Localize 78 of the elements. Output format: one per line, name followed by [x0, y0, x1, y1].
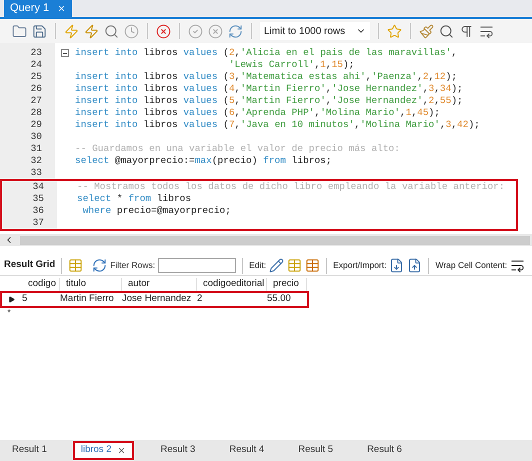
lightning-icon[interactable] [84, 24, 99, 38]
code-line: select * from libros [77, 192, 192, 206]
line-number: 34 [32, 180, 44, 194]
wrap-icon[interactable] [479, 24, 494, 38]
result-tab[interactable]: libros 2 [72, 441, 134, 460]
add-row-icon[interactable] [287, 258, 302, 273]
scrollbar-thumb[interactable] [20, 236, 530, 244]
pilcrow-icon[interactable] [459, 24, 474, 38]
filter-field[interactable] [158, 258, 236, 273]
result-grid-tab[interactable]: Result Grid [4, 258, 56, 273]
table-cell-text: Martin Fierro [59, 292, 115, 306]
code-line: -- Mostramos todos los datos de dicho libro empleando la variable anterior: [77, 180, 505, 194]
search-icon[interactable] [439, 24, 454, 38]
result-tab[interactable]: Result 3 [152, 441, 204, 460]
code-line: insert into libros values (2,'Alicia en el pais de las maravillas', [75, 46, 458, 60]
table-cell-text: 5 [21, 292, 28, 306]
wrap-label: Wrap Cell Content: [435, 259, 508, 272]
fold-icon[interactable] [61, 49, 69, 57]
refresh-icon[interactable] [92, 258, 108, 273]
folder-icon[interactable] [12, 24, 27, 38]
table-cell-text: 55.00 [266, 292, 292, 306]
brush-icon[interactable] [419, 24, 434, 38]
check-icon[interactable] [188, 24, 203, 38]
result-tab[interactable]: Result 5 [290, 441, 342, 460]
star-icon[interactable] [387, 24, 402, 38]
code-line: insert into libros values (3,'Matematica estas ahi','Paenza',2,12); [75, 70, 458, 84]
column-header[interactable]: autor [122, 278, 197, 291]
close-icon[interactable] [117, 446, 126, 455]
line-number: 26 [30, 82, 42, 96]
cancel-icon[interactable] [208, 24, 223, 38]
toggle-icon[interactable] [156, 24, 171, 38]
stop-icon[interactable] [124, 24, 139, 38]
grid-icon[interactable] [68, 258, 84, 273]
line-number: 30 [30, 130, 42, 144]
import-icon[interactable] [407, 258, 422, 273]
result-tab[interactable]: Result 6 [359, 441, 410, 460]
line-number: 32 [30, 154, 42, 168]
column-header[interactable]: precio [267, 278, 307, 291]
line-number: 28 [30, 106, 42, 120]
line-number: 29 [30, 118, 42, 132]
query-tab[interactable]: Query 1 [4, 0, 72, 17]
wrap-icon[interactable] [510, 258, 526, 273]
code-line: insert into libros values (7,'Java en 10 minutos','Molina Mario',3,42); [75, 118, 480, 132]
table-cell-text: Jose Hernandez [121, 292, 192, 306]
export-icon[interactable] [389, 258, 404, 273]
limit-select[interactable]: Limit to 1000 rows [260, 22, 370, 40]
line-number: 37 [32, 216, 44, 230]
close-icon[interactable] [57, 4, 66, 13]
line-number: 36 [32, 204, 44, 218]
line-number: 24 [30, 58, 42, 72]
code-line: 'Lewis Carroll',1,15); [228, 58, 354, 72]
line-number: 27 [30, 94, 42, 108]
column-header[interactable]: titulo [60, 278, 122, 291]
result-tab[interactable]: Result 1 [4, 441, 55, 460]
new-row-marker: * [6, 307, 12, 319]
edit-icon[interactable] [269, 258, 284, 273]
export-label: Export/Import: [333, 259, 386, 272]
edit-label: Edit: [249, 259, 266, 272]
refresh-icon[interactable] [228, 24, 243, 38]
line-number: 31 [30, 142, 42, 156]
line-number: 33 [30, 166, 42, 180]
table-cell-text: 2 [196, 292, 204, 306]
result-tab[interactable]: Result 4 [221, 441, 272, 460]
code-line: select @mayorprecio:=max(precio) from libros; [75, 154, 332, 168]
column-header[interactable]: codigoeditorial [197, 278, 267, 291]
column-header[interactable]: codigo [22, 278, 60, 291]
save-icon[interactable] [32, 24, 47, 38]
code-line: insert into libros values (4,'Martin Fierro','Jose Hernandez',3,34); [75, 82, 463, 96]
line-number: 35 [32, 192, 44, 206]
code-line: where precio=@mayorprecio; [82, 204, 231, 218]
code-line: -- Guardamos en una variable el valor de precio más alto: [75, 142, 400, 156]
line-number: 25 [30, 70, 42, 84]
code-line: insert into libros values (5,'Martin Fierro','Jose Hernandez',2,55); [75, 94, 463, 108]
code-line: insert into libros values (6,'Aprenda PHP','Molina Mario',1,45); [75, 106, 440, 120]
magnifier-icon[interactable] [104, 24, 119, 38]
delete-row-icon[interactable] [305, 258, 320, 273]
line-number: 23 [30, 46, 42, 60]
filter-label: Filter Rows: [110, 259, 156, 272]
